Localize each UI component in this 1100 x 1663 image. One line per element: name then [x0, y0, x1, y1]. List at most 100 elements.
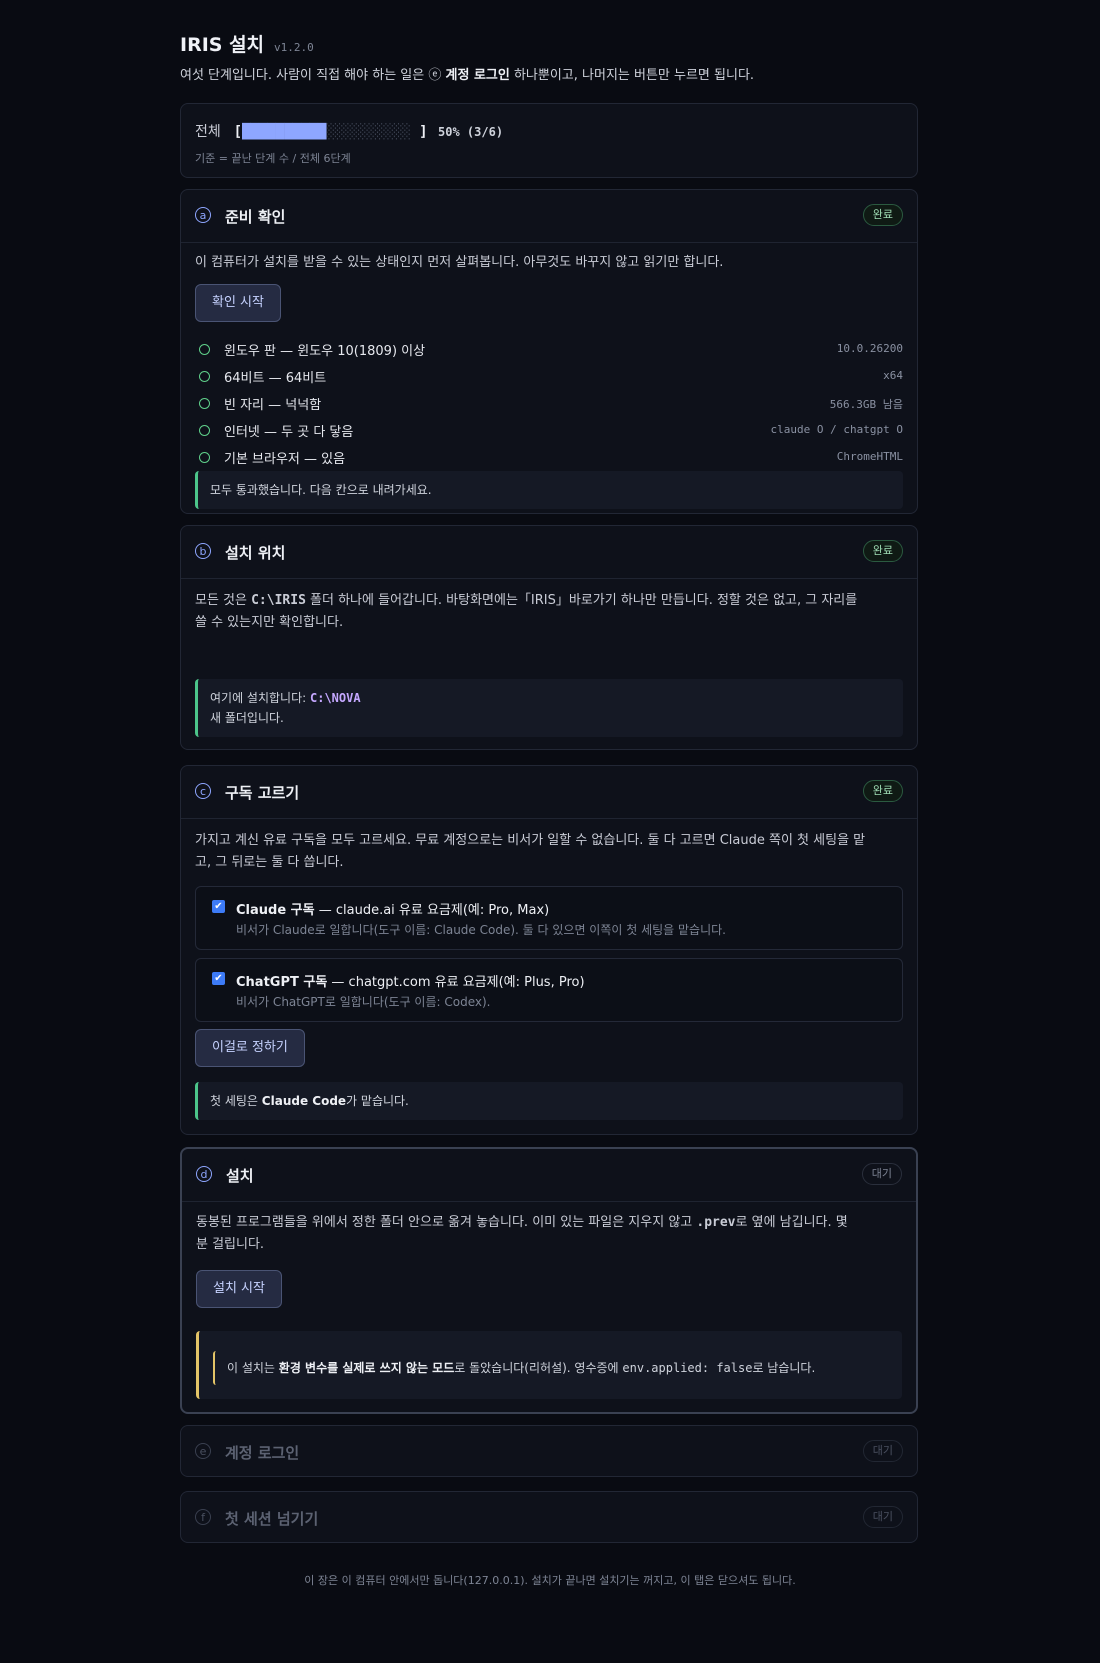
- step-e-title: 계정 로그인: [225, 1444, 300, 1462]
- step-a-card: a 준비 확인 완료 이 컴퓨터가 설치를 받을 수 있는 상태인지 먼저 살펴…: [180, 189, 918, 514]
- progress-bar: [██████████░░░░░░░░░░ ]: [225, 124, 428, 140]
- check-label: 64비트 — 64비트: [224, 371, 327, 386]
- option-subtitle: 비서가 Claude로 일합니다(도구 이름: Claude Code). 둘 …: [236, 923, 726, 937]
- step-c-card: c 구독 고르기 완료 가지고 계신 유료 구독을 모두 고르세요. 무료 계정…: [180, 765, 918, 1135]
- app-title: IRIS 설치: [180, 34, 265, 56]
- footer-note: 이 장은 이 컴퓨터 안에서만 돕니다(127.0.0.1). 설치가 끝나면 …: [304, 1574, 796, 1587]
- desc-line1: 가지고 계신 유료 구독을 모두 고르세요. 무료 계정으로는 비서가 일할 수…: [195, 833, 866, 848]
- iris-folder-path: C:\IRIS: [251, 593, 306, 608]
- circled-c-icon: c: [195, 783, 211, 799]
- step-a-result-note: 모두 통과했습니다. 다음 칸으로 내려가세요.: [195, 471, 903, 509]
- version-label: v1.2.0: [274, 41, 314, 54]
- circled-d-icon: d: [196, 1166, 212, 1182]
- note-line2: 새 폴더입니다.: [210, 711, 284, 725]
- check-item: 빈 자리 — 넉넉함 566.3GB 남음: [195, 392, 903, 419]
- check-label: 빈 자리 — 넉넉함: [224, 398, 322, 413]
- pass-icon: [199, 452, 210, 463]
- note-post: 가 맡습니다.: [346, 1094, 409, 1108]
- check-item: 64비트 — 64비트 x64: [195, 365, 903, 392]
- env-applied-code: env.applied: false: [622, 1361, 753, 1375]
- status-badge: 대기: [861, 1163, 902, 1185]
- intro-post: 하나뿐이고, 나머지는 버튼만 누르면 됩니다.: [509, 68, 755, 83]
- status-badge: 완료: [862, 204, 903, 226]
- pass-icon: [199, 344, 210, 355]
- option-title-bold: ChatGPT 구독: [236, 975, 328, 990]
- intro-pre: 여섯 단계입니다. 사람이 직접 해야 하는 일은: [180, 68, 429, 83]
- confirm-selection-button[interactable]: 이걸로 정하기: [195, 1029, 305, 1067]
- check-label: 윈도우 판 — 윈도우 10(1809) 이상: [224, 344, 426, 359]
- option-title-rest: — claude.ai 유료 요금제(예: Pro, Max): [314, 903, 550, 918]
- desc-post: 폴더 하나에 들어갑니다. 바탕화면에는「IRIS」바로가기 하나만 만듭니다.…: [305, 593, 858, 608]
- progress-bracket-close: ]: [419, 124, 428, 140]
- intro-text: 여섯 단계입니다. 사람이 직접 해야 하는 일은 ⓔ 계정 로그인 하나뿐이고…: [180, 64, 754, 83]
- step-d-header[interactable]: d 설치 대기: [182, 1149, 916, 1202]
- intro-bold: 계정 로그인: [445, 68, 510, 83]
- circled-b-icon: b: [195, 543, 211, 559]
- step-a-header[interactable]: a 준비 확인 완료: [181, 190, 917, 243]
- rehearsal-warning-inner: 이 설치는 환경 변수를 실제로 쓰지 않는 모드로 돌았습니다(리허설). 영…: [213, 1351, 888, 1385]
- rehearsal-warning-note: 이 설치는 환경 변수를 실제로 쓰지 않는 모드로 돌았습니다(리허설). 영…: [196, 1331, 902, 1399]
- note-pre: 여기에 설치합니다:: [210, 691, 310, 705]
- overall-progress-card: 전체 [██████████░░░░░░░░░░ ] 50% (3/6) 기준 …: [180, 103, 918, 178]
- step-e-card: e 계정 로그인 대기: [180, 1425, 918, 1477]
- desc-pre: 동봉된 프로그램들을 위에서 정한 폴더 안으로 옮겨 놓습니다. 이미 있는 …: [196, 1215, 697, 1230]
- chatgpt-checkbox[interactable]: ✔: [212, 972, 225, 985]
- note-mid: 로 돌았습니다(리허설). 영수증에: [454, 1361, 623, 1375]
- progress-label: 전체: [195, 124, 221, 140]
- note-pre: 이 설치는: [227, 1361, 279, 1375]
- progress-bracket-open: [: [233, 124, 243, 140]
- check-value: ChromeHTML: [836, 450, 903, 463]
- progress-percent: 50% (3/6): [438, 125, 504, 139]
- desc-line2: 쓸 수 있는지만 확인합니다.: [195, 615, 344, 630]
- step-c-header[interactable]: c 구독 고르기 완료: [181, 766, 917, 819]
- option-subtitle: 비서가 ChatGPT로 일합니다(도구 이름: Codex).: [236, 995, 491, 1009]
- step-d-description: 동봉된 프로그램들을 위에서 정한 폴더 안으로 옮겨 놓습니다. 이미 있는 …: [196, 1212, 902, 1256]
- progress-row: 전체 [██████████░░░░░░░░░░ ] 50% (3/6): [195, 121, 503, 141]
- check-list: 윈도우 판 — 윈도우 10(1809) 이상 10.0.26200 64비트 —…: [195, 338, 903, 473]
- status-badge: 완료: [862, 780, 903, 802]
- step-b-description: 모든 것은 C:\IRIS 폴더 하나에 들어갑니다. 바탕화면에는「IRIS」…: [195, 590, 903, 634]
- pass-icon: [199, 398, 210, 409]
- step-f-title: 첫 세션 넘기기: [225, 1510, 319, 1528]
- desc-post: 로 옆에 남깁니다. 몇: [735, 1215, 848, 1230]
- claude-checkbox[interactable]: ✔: [212, 900, 225, 913]
- step-d-title: 설치: [226, 1167, 254, 1185]
- step-f-card: f 첫 세션 넘기기 대기: [180, 1491, 918, 1543]
- check-value: 10.0.26200: [836, 342, 903, 355]
- step-a-description: 이 컴퓨터가 설치를 받을 수 있는 상태인지 먼저 살펴봅니다. 아무것도 바…: [195, 255, 724, 270]
- check-item: 인터넷 — 두 곳 다 닿음 claude O / chatgpt O: [195, 419, 903, 446]
- option-title-bold: Claude 구독: [236, 903, 315, 918]
- check-item: 기본 브라우저 — 있음 ChromeHTML: [195, 446, 903, 473]
- step-b-card: b 설치 위치 완료 모든 것은 C:\IRIS 폴더 하나에 들어갑니다. 바…: [180, 525, 918, 750]
- status-badge: 대기: [862, 1440, 903, 1462]
- step-d-card: d 설치 대기 동봉된 프로그램들을 위에서 정한 폴더 안으로 옮겨 놓습니다…: [180, 1147, 918, 1414]
- install-location-note: 여기에 설치합니다: C:\NOVA 새 폴더입니다.: [195, 679, 903, 737]
- progress-bar-fill: ██████████: [242, 124, 327, 140]
- step-c-title: 구독 고르기: [225, 784, 300, 802]
- option-title: Claude 구독 — claude.ai 유료 요금제(예: Pro, Max…: [236, 899, 549, 918]
- check-label: 기본 브라우저 — 있음: [224, 452, 346, 467]
- start-install-button[interactable]: 설치 시작: [196, 1270, 282, 1308]
- prev-suffix: .prev: [696, 1215, 736, 1230]
- check-value: 566.3GB 남음: [829, 398, 903, 411]
- check-value: claude O / chatgpt O: [770, 423, 903, 436]
- note-bold: 환경 변수를 실제로 쓰지 않는 모드: [278, 1361, 455, 1375]
- circled-e-icon: e: [195, 1443, 211, 1459]
- option-title: ChatGPT 구독 — chatgpt.com 유료 요금제(예: Plus,…: [236, 971, 585, 990]
- pass-icon: [199, 371, 210, 382]
- install-path: C:\NOVA: [310, 691, 361, 705]
- note-bold: Claude Code: [261, 1094, 347, 1108]
- status-badge: 완료: [862, 540, 903, 562]
- progress-note: 기준 = 끝난 단계 수 / 전체 6단계: [195, 152, 351, 165]
- step-c-description: 가지고 계신 유료 구독을 모두 고르세요. 무료 계정으로는 비서가 일할 수…: [195, 830, 903, 874]
- check-value: x64: [883, 369, 903, 382]
- step-b-header[interactable]: b 설치 위치 완료: [181, 526, 917, 579]
- claude-subscription-option[interactable]: ✔ Claude 구독 — claude.ai 유료 요금제(예: Pro, M…: [195, 886, 903, 950]
- chatgpt-subscription-option[interactable]: ✔ ChatGPT 구독 — chatgpt.com 유료 요금제(예: Plu…: [195, 958, 903, 1022]
- first-setup-note: 첫 세팅은 Claude Code가 맡습니다.: [195, 1082, 903, 1120]
- desc-line2: 분 걸립니다.: [196, 1237, 265, 1252]
- circled-a-icon: a: [195, 207, 211, 223]
- option-title-rest: — chatgpt.com 유료 요금제(예: Plus, Pro): [327, 975, 585, 990]
- progress-bar-empty: ░░░░░░░░░░: [326, 124, 411, 140]
- start-check-button[interactable]: 확인 시작: [195, 284, 281, 322]
